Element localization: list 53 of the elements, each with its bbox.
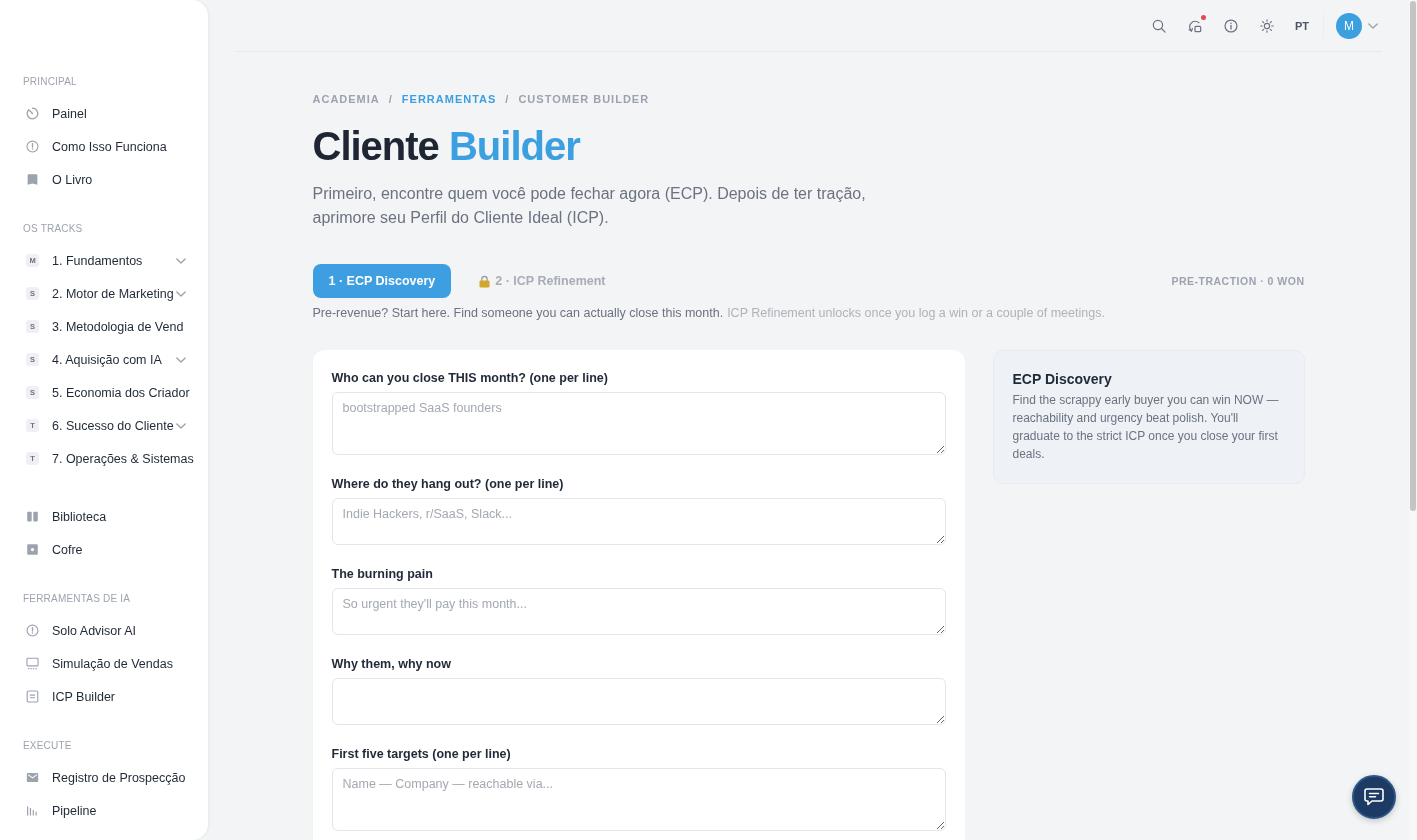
field-label: Where do they hang out? (one per line) [331,476,564,492]
envelope-icon [26,771,39,784]
exclamation-circle-icon [26,624,39,637]
nav-item[interactable]: Cofre [23,533,208,566]
book-icon [26,173,39,186]
search-icon [1151,18,1166,33]
textarea-field[interactable]: Name — Company — reachable via... [331,768,946,831]
section-heading: OS TRACKS [23,222,83,236]
chat-icon [1364,788,1384,806]
unlock-hint: ICP Refinement unlocks once you log a win or a couple of meetings. [727,305,1105,321]
scrollbar-thumb[interactable] [1410,1,1416,511]
nav-item[interactable]: Painel [23,97,208,130]
textarea-field[interactable]: So urgent they'll pay this month... [331,588,946,635]
nav-item[interactable]: Pipeline [23,794,208,827]
panel-text: Find the scrappy early buyer you can win NOW — reachability and urgency beat polish. You'll graduate to the strict ICP once you close your first deals. [1012,392,1280,463]
bar-chart-icon [26,804,39,817]
nav-item[interactable]: ICP Builder [23,680,208,713]
document-icon [26,690,39,703]
nav-item[interactable]: Registro de Prospecção [23,761,208,794]
books-icon [26,510,39,523]
chevron-down-icon [1368,22,1378,29]
chat-button[interactable] [1352,775,1396,819]
breadcrumb-separator: / [505,92,510,106]
gauge-icon [26,107,39,120]
field-label: The burning pain [331,566,433,582]
textarea-field[interactable]: Indie Hackers, r/SaaS, Slack... [331,498,946,545]
page-subtitle: Primeiro, encontre quem você pode fechar agora (ECP). Depois de ter tração, aprimore seu Perfil do Cliente Ideal (ICP). [312,184,867,228]
monitor-icon [26,657,39,670]
sync-icon [1187,18,1202,33]
section-heading: EXECUTE [23,739,72,753]
section-heading: FERRAMENTAS DE IA [23,592,131,606]
tab-description: Pre-revenue? Start here. Find someone you can actually close this month. [312,305,724,321]
safe-icon [26,543,39,556]
textarea-field[interactable] [331,678,946,725]
nav-item[interactable]: Simulação de Vendas [23,647,208,680]
nav-item[interactable]: Biblioteca [23,500,208,533]
field-label: Why them, why now [331,656,451,672]
field-label: Who can you close THIS month? (one per line) [331,370,608,386]
language-button[interactable]: PT [1290,13,1313,38]
nav-item[interactable]: Como Isso Funciona [23,130,208,163]
textarea-field[interactable]: bootstrapped SaaS founders [331,392,946,455]
nav-item[interactable]: O Livro [23,163,208,196]
panel-title: ECP Discovery [1012,370,1112,388]
sun-icon [1259,18,1274,33]
stage-label: PRE-TRACTION · 0 WON [1171,275,1305,287]
info-icon [1223,18,1238,33]
section-heading: PRINCIPAL [23,75,77,89]
field-label: First five targets (one per line) [331,746,511,762]
page-title: Cliente Builder [312,123,580,170]
avatar: M [1336,12,1362,39]
breadcrumb-separator: / [388,92,393,106]
nav-item[interactable]: Solo Advisor AI [23,614,208,647]
exclamation-circle-icon [26,140,39,153]
